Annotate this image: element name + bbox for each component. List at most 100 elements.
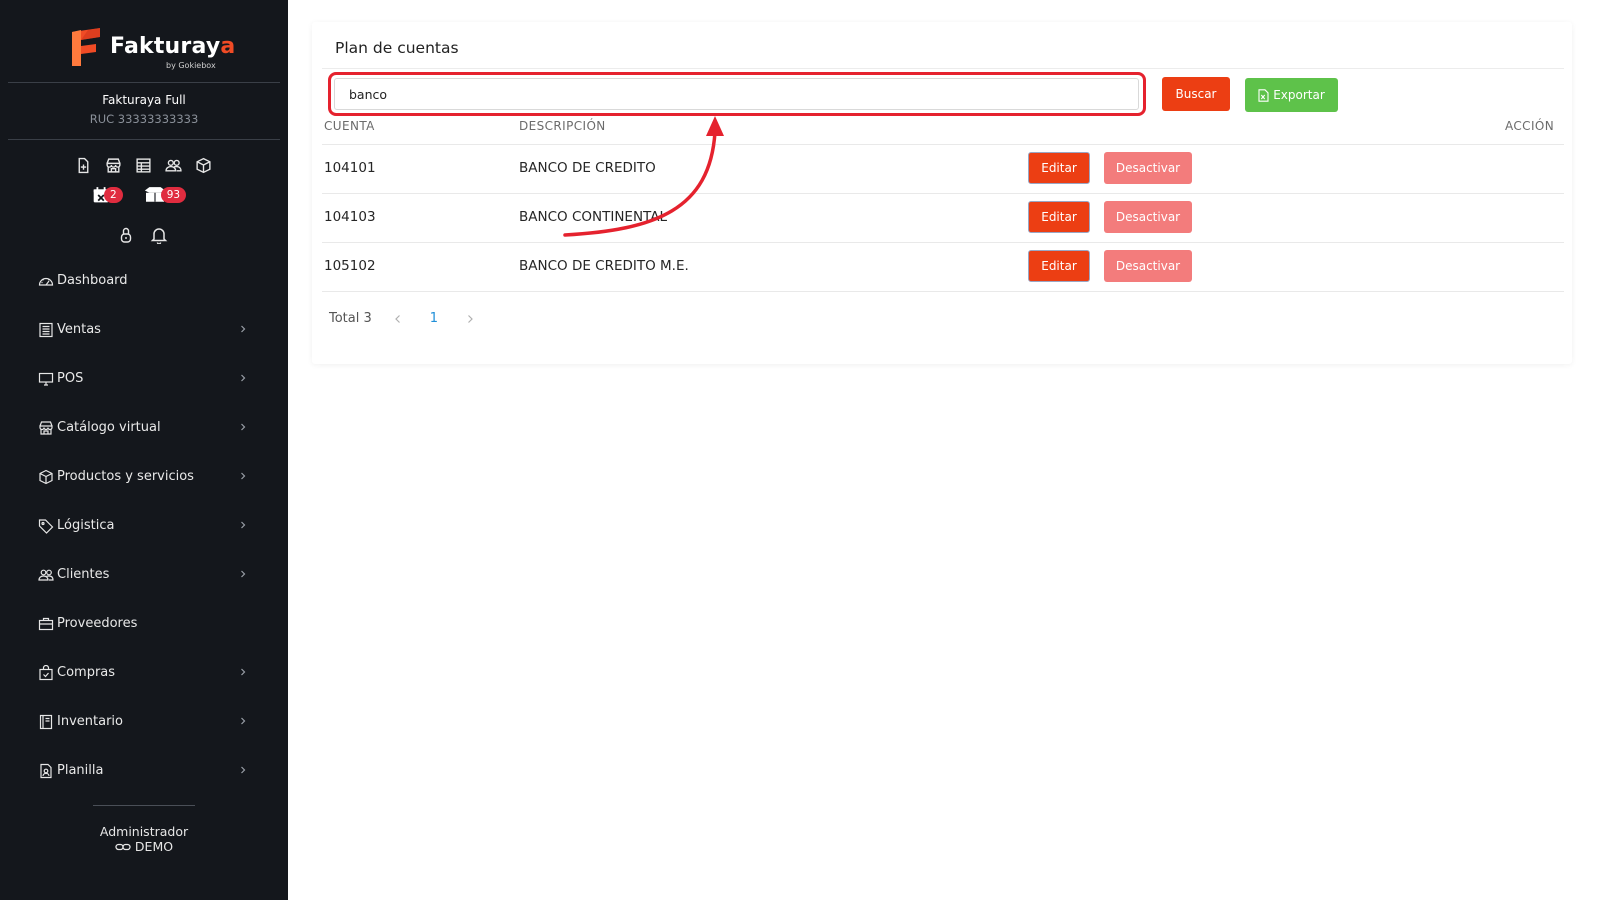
sidebar-item-proveedores[interactable]: Proveedores bbox=[38, 611, 248, 660]
export-button[interactable]: Exportar bbox=[1245, 78, 1338, 112]
sidebar-item-label: Compras bbox=[57, 665, 116, 680]
brand-logo[interactable]: Fakturaya by Gokiebox bbox=[68, 24, 235, 74]
sidebar: Fakturaya by Gokiebox Fakturaya Full RUC… bbox=[0, 0, 288, 900]
quick-actions bbox=[75, 157, 212, 174]
bag-icon bbox=[39, 665, 53, 681]
account-code: 105102 bbox=[324, 258, 376, 274]
sidebar-item-label: Dashboard bbox=[57, 273, 128, 288]
account-actions bbox=[118, 226, 168, 248]
bell-icon[interactable] bbox=[150, 226, 168, 248]
store-icon bbox=[39, 421, 53, 435]
pagination: Total 3 1 bbox=[329, 311, 476, 326]
file-excel-icon bbox=[1258, 88, 1269, 102]
chevron-right-icon bbox=[241, 325, 246, 333]
sidebar-item-ventas[interactable]: Ventas bbox=[38, 317, 248, 366]
user-name[interactable]: DEMO bbox=[8, 839, 280, 854]
company-name: Fakturaya Full bbox=[102, 93, 186, 107]
column-header-description[interactable]: DESCRIPCIÓN bbox=[519, 119, 606, 133]
edit-button[interactable]: Editar bbox=[1028, 201, 1090, 233]
user-role: Administrador bbox=[99, 824, 189, 839]
packages-badge[interactable]: 93 bbox=[143, 186, 187, 204]
table-row-divider bbox=[322, 242, 1564, 243]
lock-icon[interactable] bbox=[118, 226, 134, 248]
chevron-left-icon[interactable] bbox=[392, 313, 404, 325]
sidebar-item-label: Lógistica bbox=[57, 518, 115, 533]
export-button-label: Exportar bbox=[1273, 88, 1325, 102]
sidebar-item-productos-servicios[interactable]: Productos y servicios bbox=[38, 464, 248, 513]
store-icon[interactable] bbox=[105, 157, 122, 174]
edit-button[interactable]: Editar bbox=[1028, 250, 1090, 282]
id-file-icon bbox=[40, 763, 52, 779]
sidebar-item-clientes[interactable]: Clientes bbox=[38, 562, 248, 611]
sidebar-item-catalogo-virtual[interactable]: Catálogo virtual bbox=[38, 415, 248, 464]
table-row-divider bbox=[322, 291, 1564, 292]
sidebar-item-inventario[interactable]: Inventario bbox=[38, 709, 248, 758]
calendar-count-badge: 2 bbox=[104, 187, 123, 203]
deactivate-button[interactable]: Desactivar bbox=[1104, 152, 1192, 184]
file-plus-icon[interactable] bbox=[75, 157, 92, 174]
deactivate-button[interactable]: Desactivar bbox=[1104, 250, 1192, 282]
box-icon bbox=[39, 469, 53, 485]
title-divider bbox=[322, 68, 1564, 69]
account-code: 104103 bbox=[324, 209, 376, 225]
accounts-plan-card: Plan de cuentas Buscar Exportar CUENTA D… bbox=[312, 22, 1572, 364]
gauge-icon bbox=[38, 277, 54, 286]
sidebar-item-logistica[interactable]: Lógistica bbox=[38, 513, 248, 562]
sidebar-menu: Dashboard Ventas POS Catálogo virtual Pr… bbox=[38, 268, 248, 807]
brand-tagline: by Gokiebox bbox=[166, 61, 216, 70]
sidebar-item-pos[interactable]: POS bbox=[38, 366, 248, 415]
users-icon[interactable] bbox=[165, 157, 182, 174]
brand-name: Fakturaya bbox=[110, 34, 236, 59]
fakturaya-logo-icon bbox=[72, 28, 100, 66]
briefcase-icon bbox=[38, 617, 54, 631]
sidebar-item-compras[interactable]: Compras bbox=[38, 660, 248, 709]
sidebar-divider bbox=[8, 82, 280, 83]
chevron-right-icon[interactable] bbox=[464, 313, 476, 325]
sidebar-item-label: Clientes bbox=[57, 567, 110, 582]
column-header-account[interactable]: CUENTA bbox=[324, 119, 375, 133]
sidebar-item-label: Productos y servicios bbox=[57, 469, 194, 484]
sidebar-item-dashboard[interactable]: Dashboard bbox=[38, 268, 248, 317]
account-code: 104101 bbox=[324, 160, 376, 176]
sidebar-item-label: Catálogo virtual bbox=[57, 420, 161, 435]
chevron-right-icon bbox=[241, 717, 246, 725]
pagination-page-current[interactable]: 1 bbox=[430, 311, 438, 326]
sidebar-item-planilla[interactable]: Planilla bbox=[38, 758, 248, 807]
chevron-right-icon bbox=[241, 766, 246, 774]
sidebar-divider bbox=[8, 139, 280, 140]
link-icon bbox=[115, 843, 131, 850]
sidebar-item-label: Planilla bbox=[57, 763, 104, 778]
chevron-right-icon bbox=[241, 423, 246, 431]
sidebar-item-label: Proveedores bbox=[57, 616, 138, 631]
chevron-right-icon bbox=[241, 668, 246, 676]
account-description: BANCO DE CREDITO M.E. bbox=[519, 258, 689, 274]
table-row-divider bbox=[322, 144, 1564, 145]
column-header-action: ACCIÓN bbox=[1505, 119, 1555, 133]
monitor-icon bbox=[38, 372, 54, 386]
edit-button[interactable]: Editar bbox=[1028, 152, 1090, 184]
company-ruc: RUC 33333333333 bbox=[89, 112, 199, 126]
page-title: Plan de cuentas bbox=[335, 39, 459, 57]
book-icon bbox=[39, 714, 53, 730]
account-description: BANCO CONTINENTAL bbox=[519, 209, 667, 225]
calendar-badge[interactable]: 2 bbox=[92, 186, 123, 204]
search-button[interactable]: Buscar bbox=[1162, 77, 1230, 111]
table-icon[interactable] bbox=[135, 157, 152, 174]
search-input[interactable] bbox=[334, 78, 1139, 110]
notification-badges: 2 93 bbox=[92, 186, 187, 204]
account-description: BANCO DE CREDITO bbox=[519, 160, 656, 176]
sidebar-item-label: Ventas bbox=[57, 322, 101, 337]
sidebar-divider bbox=[93, 805, 195, 806]
chevron-right-icon bbox=[241, 374, 246, 382]
users-icon bbox=[38, 569, 54, 581]
user-name-label: DEMO bbox=[134, 839, 174, 854]
pagination-total: Total 3 bbox=[329, 311, 372, 326]
table-row-divider bbox=[322, 193, 1564, 194]
chevron-right-icon bbox=[241, 472, 246, 480]
box-icon[interactable] bbox=[195, 157, 212, 174]
sidebar-item-label: POS bbox=[57, 371, 84, 386]
chevron-right-icon bbox=[241, 521, 246, 529]
receipt-icon bbox=[39, 322, 53, 338]
chevron-right-icon bbox=[241, 570, 246, 578]
deactivate-button[interactable]: Desactivar bbox=[1104, 201, 1192, 233]
